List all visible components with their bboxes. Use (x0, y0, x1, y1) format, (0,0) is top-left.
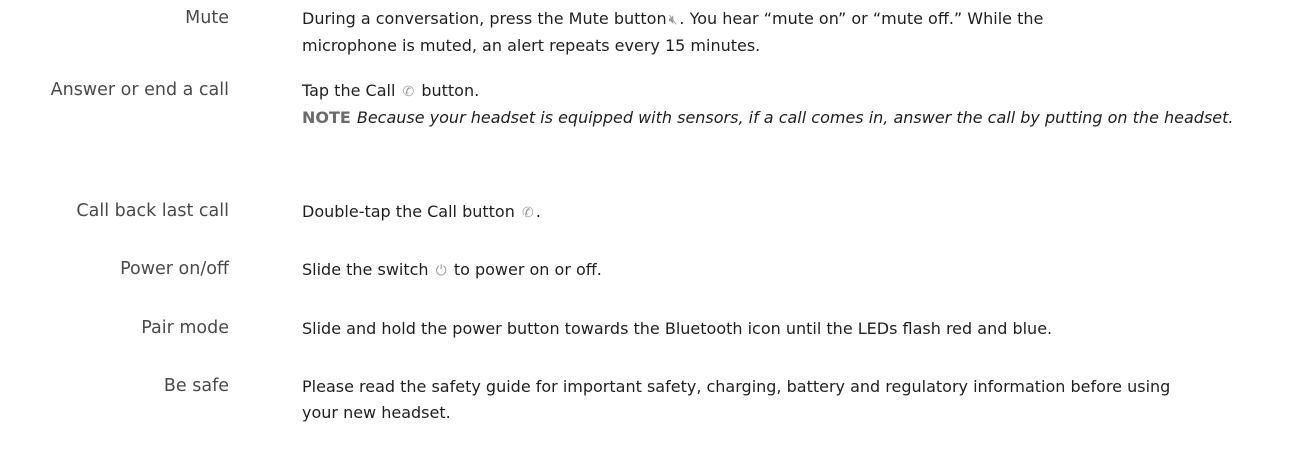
desc-text: Double-tap the Call button (302, 202, 515, 221)
desc-text: . (535, 202, 541, 221)
term-pair-mode: Pair mode (141, 318, 229, 338)
desc-call-back: Double-tap the Call button ✆. (302, 199, 1262, 226)
term-mute: Mute (185, 8, 229, 28)
phone-icon: ✆ (402, 84, 415, 100)
desc-text: . You hear “mute on” or “mute off.” Whil… (679, 9, 1044, 28)
desc-text: button. (421, 81, 480, 100)
term-answer-call: Answer or end a call (50, 80, 229, 100)
phone-icon: ✆ (521, 205, 534, 221)
desc-text: microphone is muted, an alert repeats ev… (302, 36, 761, 55)
desc-pair-mode: Slide and hold the power button towards … (302, 316, 1262, 342)
mute-icon: 🔇︎ (668, 12, 678, 28)
note-text: Because your headset is equipped with se… (356, 108, 1234, 127)
note-label: NOTE (302, 108, 351, 127)
desc-text: Slide and hold the power button towards … (302, 319, 1053, 338)
desc-text: to power on or off. (453, 260, 602, 279)
desc-mute: During a conversation, press the Mute bu… (302, 6, 1262, 59)
power-icon: ⏻ (435, 263, 447, 279)
desc-text: Slide the switch (302, 260, 429, 279)
desc-answer-call: Tap the Call ✆ button. NOTE Because your … (302, 78, 1262, 131)
desc-power: Slide the switch ⏻ to power on or off. (302, 257, 1262, 284)
desc-text: Tap the Call (302, 81, 396, 100)
term-be-safe: Be safe (163, 376, 229, 396)
desc-be-safe: Please read the safety guide for importa… (302, 374, 1202, 426)
desc-text: During a conversation, press the Mute bu… (302, 9, 667, 28)
term-call-back: Call back last call (76, 201, 229, 221)
desc-text: Please read the safety guide for importa… (302, 377, 1171, 422)
term-power: Power on/off (120, 259, 229, 279)
note: NOTE Because your headset is equipped wit… (302, 105, 1262, 131)
